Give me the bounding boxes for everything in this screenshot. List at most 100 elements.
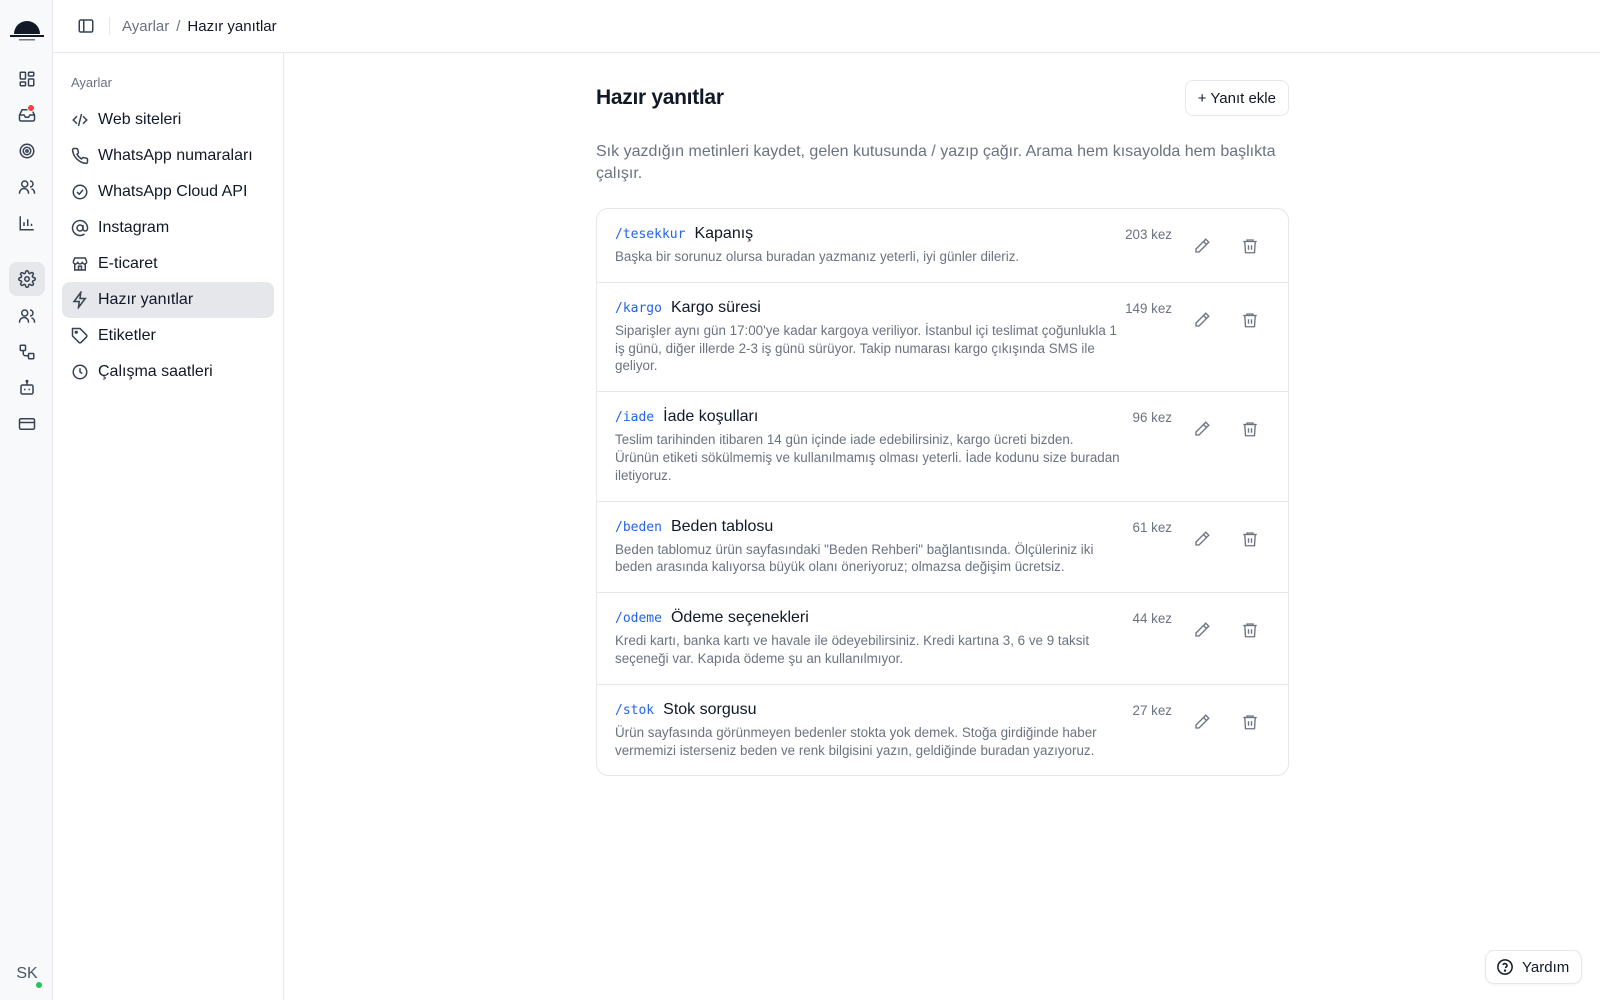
- usage-count: 96 kez: [1132, 410, 1172, 426]
- avatar[interactable]: SK: [9, 956, 45, 992]
- help-label: Yardım: [1522, 958, 1570, 976]
- store-icon: [72, 257, 88, 271]
- sidebar-item-whatsapp-cloud-api[interactable]: WhatsApp Cloud API: [62, 174, 274, 210]
- reply-body: Başka bir sorunuz olursa buradan yazmanı…: [615, 249, 1020, 264]
- page-title: Hazır yanıtlar: [596, 86, 724, 109]
- page-header: Hazır yanıtlar + Yanıt ekle: [596, 80, 1289, 116]
- top-bar: Ayarlar / Hazır yanıtlar: [53, 0, 1600, 53]
- reply-title: Kapanış: [694, 225, 754, 242]
- list-item[interactable]: /tesekkur Kapanış Başka bir sorunuz olur…: [597, 209, 1288, 282]
- usage-count: 61 kez: [1132, 519, 1172, 535]
- page-description: Sık yazdığın metinleri kaydet, gelen kut…: [596, 143, 1276, 182]
- help-button[interactable]: Yardım: [1485, 950, 1583, 984]
- trash-icon[interactable]: [1235, 524, 1265, 554]
- usage-count: 149 kez: [1125, 300, 1172, 316]
- trash-icon[interactable]: [1235, 305, 1265, 335]
- sidebar-item-e-ticaret[interactable]: E-ticaret: [62, 246, 274, 282]
- dashboard-icon[interactable]: [9, 62, 45, 96]
- icon-rail: SK: [0, 0, 53, 1000]
- sidebar-item-label: Etiketler: [98, 327, 156, 344]
- list-item[interactable]: /iade İade koşulları Teslim tarihinden i…: [597, 391, 1288, 500]
- breadcrumb: Ayarlar / Hazır yanıtlar: [122, 18, 277, 35]
- breadcrumb-current: Hazır yanıtlar: [187, 17, 277, 35]
- sidebar-item-instagram[interactable]: Instagram: [62, 210, 274, 246]
- usage-count: 44 kez: [1132, 611, 1172, 627]
- inbox-icon[interactable]: [9, 98, 45, 132]
- edit-icon[interactable]: [1187, 707, 1217, 737]
- add-reply-button[interactable]: + Yanıt ekle: [1184, 80, 1289, 116]
- reply-body: Teslim tarihinden itibaren 14 gün içinde…: [615, 432, 1120, 483]
- reply-title: Ödeme seçenekleri: [670, 609, 809, 627]
- logo-icon[interactable]: [8, 10, 46, 42]
- reply-body: Ürün sayfasında görünmeyen bedenler stok…: [615, 724, 1097, 758]
- list-item[interactable]: /beden Beden tablosu Beden tablomuz ürün…: [597, 500, 1288, 593]
- sidebar-item-label: Hazır yanıtlar: [98, 291, 194, 308]
- reply-shortcut: /stok: [615, 702, 655, 718]
- sidebar-item-label: WhatsApp numaraları: [98, 147, 253, 164]
- reply-title: İade koşulları: [663, 408, 759, 426]
- main-content: Hazır yanıtlar + Yanıt ekle Sık yazdığın…: [596, 80, 1289, 777]
- avatar-initials: SK: [16, 965, 38, 982]
- settings-sidebar: Ayarlar Web siteleri WhatsApp numaraları…: [53, 53, 284, 1000]
- divider: [109, 17, 110, 35]
- usage-count: 203 kez: [1125, 227, 1172, 242]
- usage-count: 27 kez: [1132, 702, 1172, 718]
- sidebar-item-label: E-ticaret: [98, 255, 158, 272]
- flow-icon[interactable]: [9, 335, 45, 369]
- edit-icon[interactable]: [1187, 231, 1217, 261]
- trash-icon[interactable]: [1235, 707, 1265, 737]
- tag-icon: [71, 327, 88, 344]
- card-icon[interactable]: [9, 407, 45, 441]
- online-indicator: [36, 982, 42, 988]
- reply-title: Stok sorgusu: [663, 700, 757, 718]
- sidebar-item-etiketler[interactable]: Etiketler: [62, 318, 274, 354]
- sidebar-item-web-siteleri[interactable]: Web siteleri: [62, 102, 274, 138]
- reply-body: Kredi kartı, banka kartı ve havale ile ö…: [615, 633, 1090, 666]
- list-item[interactable]: /kargo Kargo süresi Siparişler aynı gün …: [597, 281, 1288, 391]
- reply-shortcut: /odeme: [615, 611, 662, 627]
- reply-body: Beden tablomuz ürün sayfasındaki "Beden …: [615, 541, 1094, 575]
- bot-icon[interactable]: [9, 371, 45, 405]
- reply-shortcut: /kargo: [615, 300, 662, 316]
- sidebar-item-label: Instagram: [98, 219, 170, 236]
- reply-list: /tesekkur Kapanış Başka bir sorunuz olur…: [596, 208, 1289, 777]
- sidebar-item-hazir-yanitlar[interactable]: Hazır yanıtlar: [62, 282, 274, 318]
- breadcrumb-separator: /: [176, 17, 181, 35]
- sidebar-item-calisma-saatleri[interactable]: Çalışma saatleri: [62, 354, 274, 390]
- sidebar-toggle-icon[interactable]: [71, 11, 101, 41]
- trash-icon[interactable]: [1235, 414, 1265, 444]
- sidebar-item-whatsapp-numaralari[interactable]: WhatsApp numaraları: [62, 138, 274, 174]
- sidebar-item-label: Web siteleri: [98, 111, 182, 128]
- notification-badge: [27, 104, 35, 112]
- edit-icon[interactable]: [1187, 305, 1217, 335]
- sidebar-item-label: Çalışma saatleri: [98, 363, 213, 380]
- trash-icon[interactable]: [1235, 231, 1265, 261]
- reply-body: Siparişler aynı gün 17:00'ye kadar kargo…: [615, 322, 1117, 374]
- reply-shortcut: /iade: [615, 410, 655, 426]
- reply-title: Beden tablosu: [670, 517, 774, 535]
- breadcrumb-parent[interactable]: Ayarlar: [122, 18, 169, 35]
- list-item[interactable]: /stok Stok sorgusu Ürün sayfasında görün…: [597, 683, 1288, 776]
- help-icon: [1497, 959, 1513, 975]
- code-icon: [72, 113, 88, 127]
- reply-shortcut: /beden: [615, 519, 662, 535]
- contacts-icon[interactable]: [9, 170, 45, 204]
- check-circle-icon: [72, 184, 88, 200]
- edit-icon[interactable]: [1187, 615, 1217, 645]
- sidebar-item-label: WhatsApp Cloud API: [98, 183, 248, 200]
- gear-icon[interactable]: [9, 262, 45, 296]
- reply-title: Kargo süresi: [670, 298, 761, 316]
- target-icon[interactable]: [9, 134, 45, 168]
- reply-shortcut: /tesekkur: [615, 227, 686, 242]
- team-icon[interactable]: [9, 299, 45, 333]
- edit-icon[interactable]: [1187, 414, 1217, 444]
- chart-icon[interactable]: [9, 206, 45, 240]
- settings-sidebar-title: Ayarlar: [71, 75, 112, 90]
- trash-icon[interactable]: [1235, 615, 1265, 645]
- zap-icon: [72, 291, 87, 309]
- edit-icon[interactable]: [1187, 524, 1217, 554]
- list-item[interactable]: /odeme Ödeme seçenekleri Kredi kartı, ba…: [597, 592, 1288, 684]
- phone-icon: [71, 147, 89, 165]
- at-icon: [71, 219, 89, 237]
- clock-icon: [72, 364, 88, 380]
